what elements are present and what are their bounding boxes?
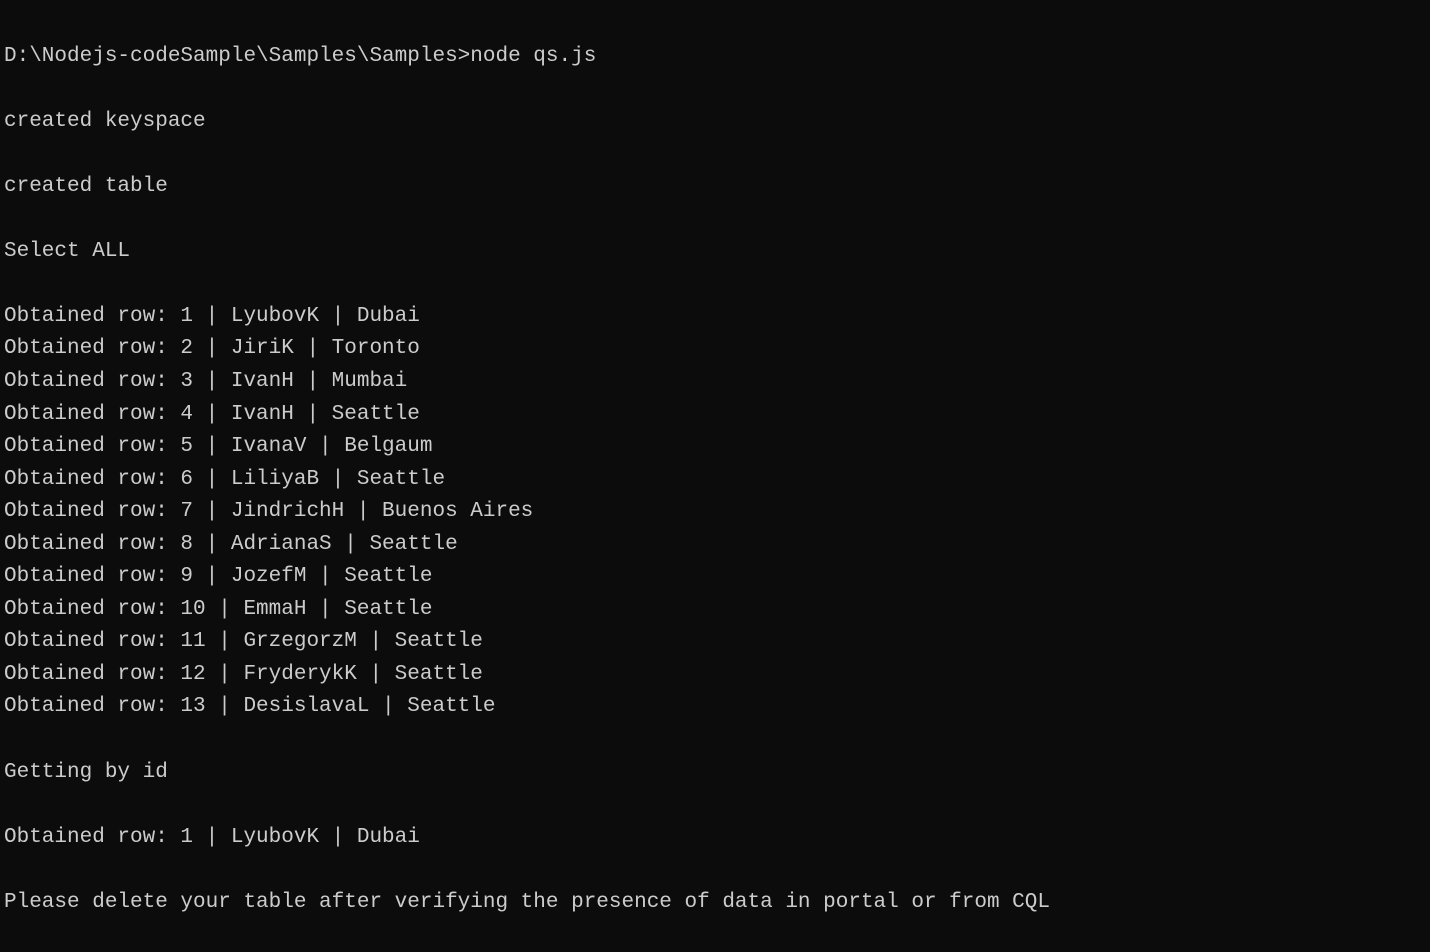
output-row: Obtained row: 3 | IvanH | Mumbai — [4, 366, 1426, 399]
prompt-path: D:\Nodejs-codeSample\Samples\Samples> — [4, 45, 470, 68]
output-row: Obtained row: 12 | FryderykK | Seattle — [4, 659, 1426, 692]
output-final-message: Please delete your table after verifying… — [4, 887, 1426, 920]
output-row: Obtained row: 13 | DesislavaL | Seattle — [4, 691, 1426, 724]
output-getting-by-id: Getting by id — [4, 757, 1426, 790]
output-row: Obtained row: 7 | JindrichH | Buenos Air… — [4, 496, 1426, 529]
output-row: Obtained row: 5 | IvanaV | Belgaum — [4, 431, 1426, 464]
output-row: Obtained row: 9 | JozefM | Seattle — [4, 561, 1426, 594]
output-row: Obtained row: 6 | LiliyaB | Seattle — [4, 464, 1426, 497]
output-rows-container: Obtained row: 1 | LyubovK | DubaiObtaine… — [4, 301, 1426, 724]
output-created-keyspace: created keyspace — [4, 106, 1426, 139]
output-select-all: Select ALL — [4, 236, 1426, 269]
output-by-id-row: Obtained row: 1 | LyubovK | Dubai — [4, 822, 1426, 855]
output-row: Obtained row: 11 | GrzegorzM | Seattle — [4, 626, 1426, 659]
output-row: Obtained row: 10 | EmmaH | Seattle — [4, 594, 1426, 627]
output-row: Obtained row: 8 | AdrianaS | Seattle — [4, 529, 1426, 562]
output-row: Obtained row: 2 | JiriK | Toronto — [4, 333, 1426, 366]
output-created-table: created table — [4, 171, 1426, 204]
terminal-output: D:\Nodejs-codeSample\Samples\Samples>nod… — [4, 8, 1426, 952]
output-row: Obtained row: 1 | LyubovK | Dubai — [4, 301, 1426, 334]
command-prompt-line: D:\Nodejs-codeSample\Samples\Samples>nod… — [4, 41, 1426, 74]
command-text: node qs.js — [470, 45, 596, 68]
output-row: Obtained row: 4 | IvanH | Seattle — [4, 399, 1426, 432]
